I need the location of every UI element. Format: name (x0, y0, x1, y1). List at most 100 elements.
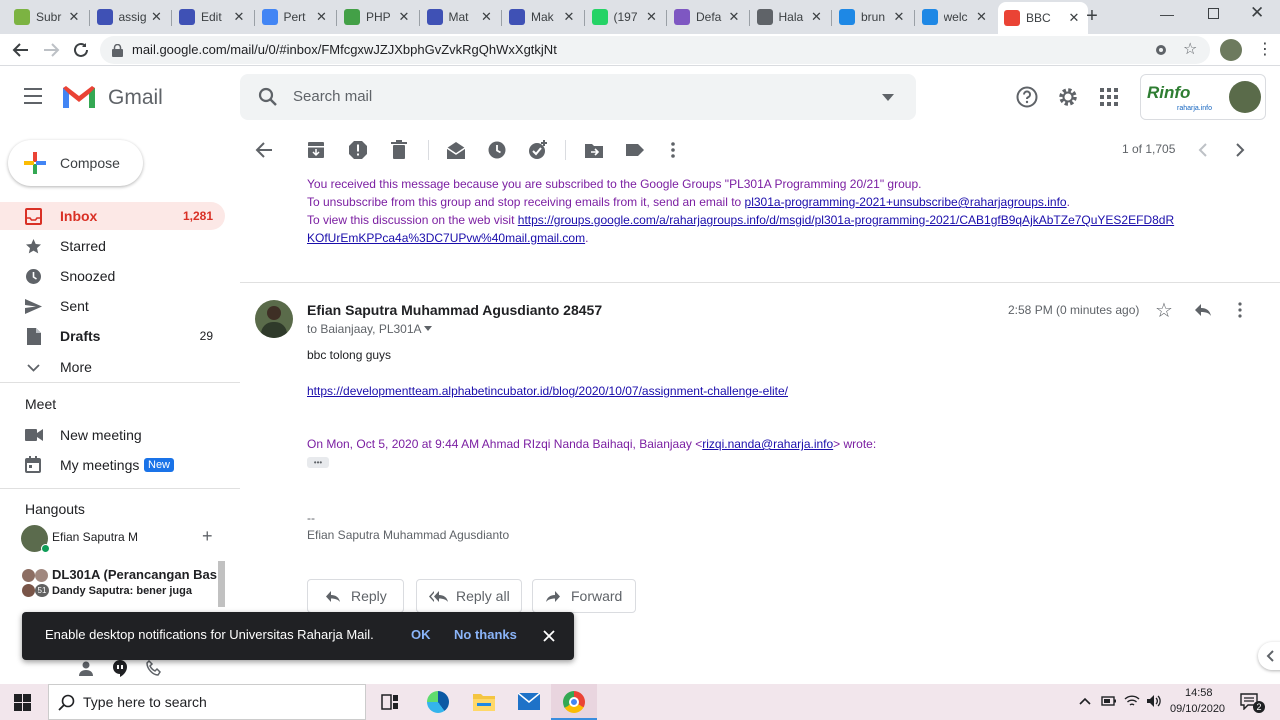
browser-tab[interactable]: welc ✕ (916, 4, 996, 30)
tab-close-icon[interactable]: ✕ (231, 9, 247, 25)
browser-tab[interactable]: Hala ✕ (751, 4, 831, 30)
side-panel-toggle[interactable] (1258, 642, 1280, 670)
forward-button[interactable]: Forward (532, 579, 636, 613)
show-hidden-icons-chevron-icon[interactable] (1079, 697, 1091, 705)
tab-close-icon[interactable]: ✕ (974, 9, 990, 25)
file-explorer-icon[interactable] (473, 692, 495, 711)
back-to-inbox-icon[interactable] (254, 140, 274, 160)
gmail-logo-icon[interactable] (61, 84, 97, 110)
no-thanks-button[interactable]: No thanks (454, 627, 517, 642)
browser-tab[interactable]: assig ✕ (91, 4, 171, 30)
search-options-caret-icon[interactable] (882, 94, 894, 101)
tab-close-icon[interactable]: ✕ (726, 9, 742, 25)
profile-avatar[interactable] (1220, 39, 1242, 61)
browser-tab[interactable]: PHP ✕ (338, 4, 418, 30)
browser-tab[interactable]: Defa ✕ (668, 4, 748, 30)
battery-icon[interactable] (1101, 695, 1117, 707)
search-bar[interactable]: Search mail (240, 74, 916, 120)
discussion-link-part1[interactable]: https://groups.google.com/a/raharjagroup… (518, 213, 1174, 227)
browser-tab[interactable]: BBC ✕ (998, 2, 1088, 34)
taskbar-search-box[interactable]: Type here to search (48, 684, 366, 720)
sidebar-item-drafts[interactable]: Drafts 29 (0, 322, 225, 350)
delete-trash-icon[interactable] (389, 140, 409, 160)
message-more-icon[interactable] (1234, 302, 1246, 318)
move-to-folder-icon[interactable] (584, 140, 604, 160)
tab-close-icon[interactable]: ✕ (396, 9, 412, 25)
reply-button[interactable]: Reply (307, 579, 404, 613)
browser-menu-icon[interactable]: ⋮ (1257, 39, 1273, 59)
new-tab-icon[interactable]: + (1082, 6, 1102, 26)
phone-icon[interactable] (146, 660, 162, 676)
sidebar-item-more[interactable]: More (0, 353, 225, 381)
newer-chevron-icon[interactable] (1198, 143, 1208, 157)
maximize-window-icon[interactable] (1208, 8, 1219, 19)
edge-browser-icon[interactable] (427, 691, 449, 713)
contacts-person-icon[interactable] (78, 660, 94, 676)
close-window-icon[interactable]: ✕ (1250, 3, 1264, 23)
volume-icon[interactable] (1146, 694, 1162, 708)
account-switcher[interactable]: Rinfo raharja.info (1140, 74, 1266, 120)
task-view-icon[interactable] (381, 694, 399, 710)
older-chevron-icon[interactable] (1235, 143, 1245, 157)
message-link[interactable]: https://developmentteam.alphabetincubato… (307, 384, 788, 398)
browser-tab[interactable]: Pert ✕ (256, 4, 336, 30)
discussion-link-part2[interactable]: KOfUrEmKPPca4a%3DC7UPvw%40mail.gmail.com (307, 231, 585, 245)
browser-tab[interactable]: (197 ✕ (586, 4, 666, 30)
tab-close-icon[interactable]: ✕ (809, 9, 825, 25)
extension-icon[interactable] (1154, 43, 1168, 57)
sender-name[interactable]: Efian Saputra Muhammad Agusdianto 28457 (307, 302, 602, 318)
tab-close-icon[interactable]: ✕ (644, 9, 660, 25)
account-avatar[interactable] (1229, 81, 1261, 113)
quote-email-link[interactable]: rizqi.nanda@raharja.info (702, 437, 833, 451)
tab-close-icon[interactable]: ✕ (891, 9, 907, 25)
search-input[interactable]: Search mail (293, 88, 372, 105)
settings-gear-icon[interactable] (1057, 86, 1079, 108)
archive-icon[interactable] (306, 140, 326, 160)
mark-unread-icon[interactable] (446, 140, 466, 160)
enable-notifications-ok-button[interactable]: OK (411, 627, 431, 642)
recipients-details-caret-icon[interactable] (424, 326, 432, 331)
lock-icon[interactable] (112, 44, 123, 57)
sidebar-item-snoozed[interactable]: Snoozed (0, 262, 225, 290)
mail-app-icon[interactable] (518, 693, 540, 710)
new-meeting-item[interactable]: New meeting (0, 421, 225, 449)
browser-tab[interactable]: Edit ✕ (173, 4, 253, 30)
search-icon[interactable] (258, 87, 278, 107)
unsubscribe-email-link[interactable]: pl301a-programming-2021+unsubscribe@raha… (745, 195, 1067, 209)
chrome-taskbar-button[interactable] (551, 684, 597, 720)
wifi-icon[interactable] (1124, 694, 1140, 708)
reply-arrow-icon[interactable] (1194, 303, 1212, 317)
add-hangout-icon[interactable]: + (202, 526, 213, 547)
windows-start-icon[interactable] (14, 694, 31, 711)
close-notification-icon[interactable] (543, 630, 555, 642)
sidebar-item-inbox[interactable]: Inbox 1,281 (0, 202, 225, 230)
forward-arrow-icon[interactable] (42, 41, 60, 59)
show-trimmed-content-button[interactable]: ••• (307, 457, 329, 468)
browser-tab[interactable]: Subr ✕ (8, 4, 88, 30)
back-arrow-icon[interactable] (12, 41, 30, 59)
browser-tab[interactable]: Mat ✕ (421, 4, 501, 30)
label-tag-icon[interactable] (625, 140, 645, 160)
sidebar-scrollbar[interactable] (218, 561, 225, 607)
reply-all-button[interactable]: Reply all (416, 579, 522, 613)
add-to-tasks-icon[interactable] (528, 140, 548, 160)
clock-date[interactable]: 09/10/2020 (1170, 703, 1225, 715)
tab-close-icon[interactable]: ✕ (66, 9, 82, 25)
help-icon[interactable] (1016, 86, 1038, 108)
bookmark-star-icon[interactable]: ☆ (1183, 39, 1197, 59)
reload-icon[interactable] (72, 41, 90, 59)
address-bar[interactable]: mail.google.com/mail/u/0/#inbox/FMfcgxwJ… (100, 36, 1210, 64)
sidebar-item-starred[interactable]: Starred (0, 232, 225, 260)
report-spam-icon[interactable] (348, 140, 368, 160)
tab-close-icon[interactable]: ✕ (479, 9, 495, 25)
tab-close-icon[interactable]: ✕ (314, 9, 330, 25)
tab-close-icon[interactable]: ✕ (561, 9, 577, 25)
clock-time[interactable]: 14:58 (1185, 687, 1213, 699)
sidebar-item-sent[interactable]: Sent (0, 292, 225, 320)
hangouts-chat-icon[interactable] (111, 659, 129, 677)
my-meetings-item[interactable]: My meetings New (0, 451, 225, 479)
browser-tab[interactable]: Mak ✕ (503, 4, 583, 30)
apps-grid-icon[interactable] (1100, 88, 1118, 106)
sender-avatar[interactable] (255, 300, 293, 338)
taskbar-search-input[interactable]: Type here to search (83, 694, 207, 710)
